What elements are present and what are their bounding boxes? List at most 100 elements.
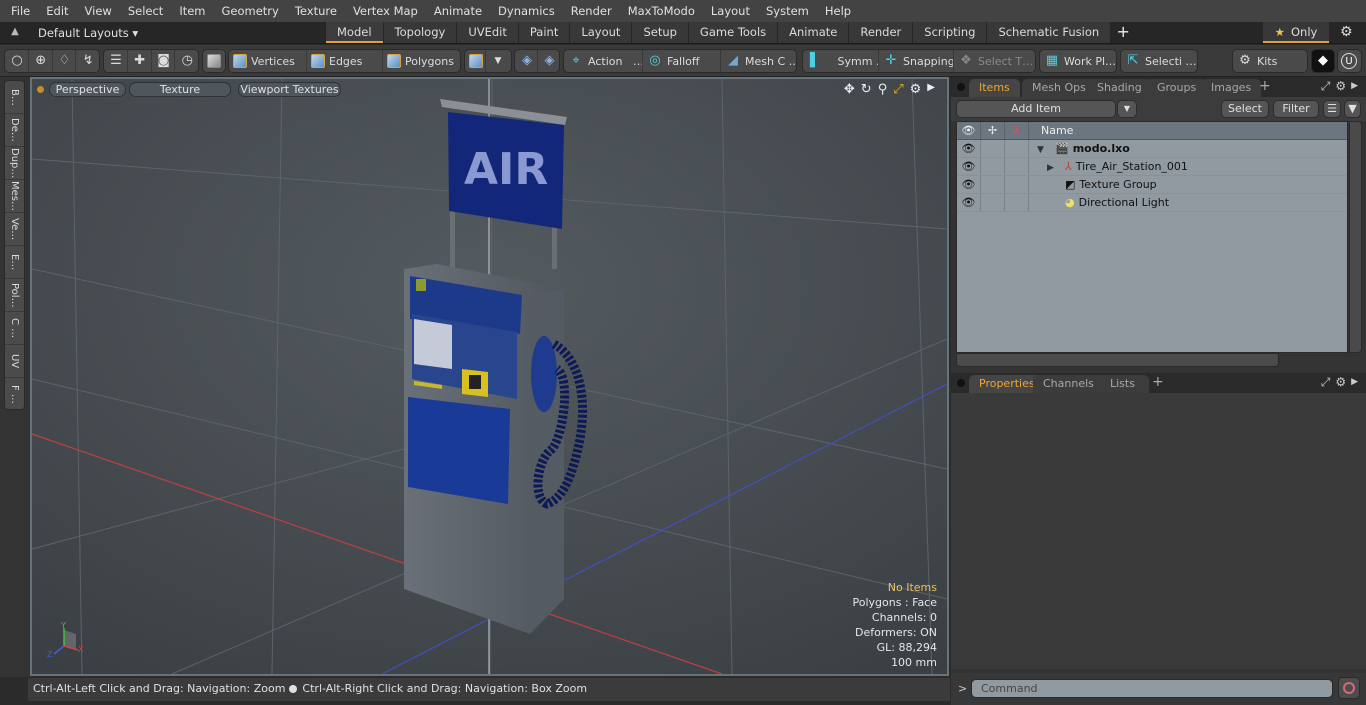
collapse-icon[interactable]: ▼ bbox=[1037, 141, 1049, 159]
item-row-texture-group[interactable]: 👁 ◩ Texture Group bbox=[957, 176, 1347, 194]
pivot-button[interactable]: ◈ bbox=[515, 50, 538, 72]
item-row-modo-lxo[interactable]: 👁 ▼ 🎬 modo.lxo bbox=[957, 140, 1347, 158]
add-item-button[interactable]: Add Item bbox=[956, 100, 1116, 118]
menu-texture[interactable]: Texture bbox=[287, 0, 345, 22]
move-view-icon[interactable]: ✥ bbox=[844, 82, 855, 97]
add-panel-tab-button[interactable]: + bbox=[1152, 374, 1164, 390]
panel-options-dot[interactable] bbox=[957, 83, 965, 91]
globe-select-button[interactable]: ⊕ bbox=[29, 50, 53, 72]
side-tab-fusion[interactable]: F … bbox=[5, 378, 24, 411]
tab-scripting[interactable]: Scripting bbox=[913, 22, 987, 43]
name-column-header[interactable]: Name bbox=[1029, 122, 1347, 139]
side-tab-duplicate[interactable]: Dup… bbox=[5, 147, 24, 180]
tab-layout[interactable]: Layout bbox=[570, 22, 632, 43]
tab-items[interactable]: Items bbox=[969, 79, 1020, 97]
expand-icon[interactable]: ▶ bbox=[1047, 159, 1059, 177]
lock-column-icon[interactable]: ✢ bbox=[981, 122, 1005, 139]
menu-system[interactable]: System bbox=[758, 0, 817, 22]
edges-button[interactable]: Edges bbox=[307, 50, 383, 72]
tab-paint[interactable]: Paint bbox=[518, 22, 570, 43]
default-layouts-dropdown[interactable]: Default Layouts ▾ bbox=[38, 22, 138, 44]
panel-gear-icon[interactable]: ⚙ bbox=[1335, 375, 1346, 390]
eye-icon[interactable]: 👁 bbox=[957, 176, 981, 193]
menu-select[interactable]: Select bbox=[120, 0, 171, 22]
menu-geometry[interactable]: Geometry bbox=[214, 0, 287, 22]
center-button[interactable]: ◈ bbox=[538, 50, 560, 72]
tab-groups[interactable]: Groups bbox=[1147, 79, 1207, 97]
eye-icon[interactable]: 👁 bbox=[957, 140, 981, 157]
panel-options-dot[interactable] bbox=[957, 379, 965, 387]
item-list-vertical-scrollbar[interactable] bbox=[1349, 121, 1362, 353]
side-tab-basic[interactable]: B… bbox=[5, 81, 24, 114]
unity-button[interactable]: ◆ bbox=[1311, 49, 1335, 73]
menu-edit[interactable]: Edit bbox=[38, 0, 76, 22]
path-tool-button[interactable]: ↯ bbox=[76, 50, 99, 72]
side-tab-mesh-edit[interactable]: Mes… bbox=[5, 180, 24, 213]
falloff-button[interactable]: ◎ Falloff bbox=[643, 50, 721, 72]
zoom-view-icon[interactable]: ⚲ bbox=[878, 82, 888, 97]
circle-select-button[interactable]: ○ bbox=[5, 50, 29, 72]
pen-tool-button[interactable]: ♢ bbox=[53, 50, 77, 72]
menu-animate[interactable]: Animate bbox=[426, 0, 490, 22]
polygons-button[interactable]: Polygons bbox=[383, 50, 460, 72]
item-mode-button[interactable] bbox=[203, 50, 225, 72]
item-list-horizontal-scrollbar[interactable] bbox=[956, 353, 1279, 367]
viewport-gear-icon[interactable]: ⚙ bbox=[910, 82, 922, 97]
gear-icon[interactable]: ⚙ bbox=[1340, 24, 1353, 40]
panel-arrow-icon[interactable]: ▶ bbox=[1351, 375, 1358, 390]
rotate-view-icon[interactable]: ↻ bbox=[861, 82, 872, 97]
align-button[interactable]: ☰ bbox=[104, 50, 128, 72]
menu-item[interactable]: Item bbox=[171, 0, 213, 22]
command-input[interactable]: Command bbox=[971, 679, 1333, 698]
tab-topology[interactable]: Topology bbox=[383, 22, 457, 43]
tab-channels[interactable]: Channels bbox=[1033, 375, 1104, 393]
side-tab-vertex[interactable]: Ve… bbox=[5, 213, 24, 246]
menu-file[interactable]: File bbox=[0, 0, 38, 22]
vertices-button[interactable]: Vertices bbox=[229, 50, 307, 72]
only-button[interactable]: ★ Only bbox=[1263, 22, 1329, 43]
work-plane-button[interactable]: ▦ Work Pl… bbox=[1040, 50, 1116, 72]
maximize-panel-icon[interactable]: ⤢ bbox=[1321, 375, 1331, 390]
unreal-button[interactable]: U bbox=[1337, 49, 1362, 73]
tab-shading[interactable]: Shading bbox=[1087, 79, 1152, 97]
material-mode-button[interactable] bbox=[465, 50, 486, 72]
tab-schematic-fusion[interactable]: Schematic Fusion bbox=[987, 22, 1111, 43]
menu-help[interactable]: Help bbox=[817, 0, 859, 22]
visibility-column-icon[interactable]: 👁 bbox=[957, 122, 981, 139]
tab-images[interactable]: Images bbox=[1201, 79, 1262, 97]
expand-arrow-icon[interactable]: ▶ bbox=[927, 82, 935, 97]
menu-layout[interactable]: Layout bbox=[703, 0, 758, 22]
maximize-view-icon[interactable]: ⤢ bbox=[893, 82, 903, 97]
tab-lists[interactable]: Lists bbox=[1096, 375, 1149, 393]
uv-unwrap-button[interactable]: ✚ bbox=[128, 50, 152, 72]
select-through-button[interactable]: ❖ Select T… bbox=[954, 50, 1034, 72]
type-column-icon[interactable]: ⅄ bbox=[1005, 122, 1029, 139]
eye-icon[interactable]: 👁 bbox=[957, 158, 981, 175]
list-options-button[interactable]: ☰ bbox=[1323, 100, 1341, 118]
add-panel-tab-button[interactable]: + bbox=[1259, 78, 1271, 94]
panel-arrow-icon[interactable]: ▶ bbox=[1351, 79, 1358, 94]
view-mode-button[interactable]: Perspective bbox=[49, 82, 126, 97]
snapping-button[interactable]: ✛ Snapping bbox=[879, 50, 954, 72]
mesh-constraint-button[interactable]: ◢ Mesh C … bbox=[721, 50, 796, 72]
timer-button[interactable]: ◷ bbox=[175, 50, 198, 72]
add-tab-button[interactable]: + bbox=[1111, 22, 1135, 44]
filter-button[interactable]: Filter bbox=[1273, 100, 1319, 118]
viewport-options-dot[interactable] bbox=[37, 86, 44, 93]
item-row-tire-air-station[interactable]: 👁 ▶ ⅄ Tire_Air_Station_001 bbox=[957, 158, 1347, 176]
tab-setup[interactable]: Setup bbox=[632, 22, 688, 43]
tab-render[interactable]: Render bbox=[849, 22, 913, 43]
action-button[interactable]: ⌖ Action … bbox=[564, 50, 643, 72]
side-tab-polygon[interactable]: Pol… bbox=[5, 279, 24, 312]
item-row-directional-light[interactable]: 👁 ◕ Directional Light bbox=[957, 194, 1347, 212]
symmetry-button[interactable]: ▌ Symm … bbox=[803, 50, 879, 72]
frame-button[interactable]: ◙ bbox=[152, 50, 176, 72]
select-button[interactable]: Select bbox=[1221, 100, 1269, 118]
menu-dynamics[interactable]: Dynamics bbox=[490, 0, 563, 22]
menu-vertex-map[interactable]: Vertex Map bbox=[345, 0, 426, 22]
viewport-textures-button[interactable]: Viewport Textures bbox=[238, 82, 341, 97]
panel-gear-icon[interactable]: ⚙ bbox=[1335, 79, 1346, 94]
menu-view[interactable]: View bbox=[77, 0, 120, 22]
3d-viewport[interactable]: AIR Perspective Texture Viewport Texture… bbox=[30, 77, 949, 676]
side-tab-deform[interactable]: De… bbox=[5, 114, 24, 147]
